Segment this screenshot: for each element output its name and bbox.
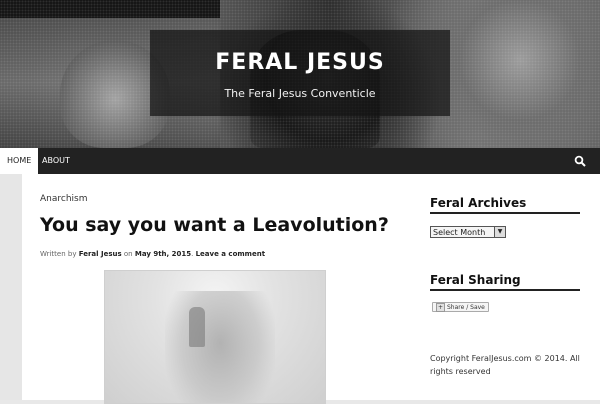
- post-featured-image[interactable]: [104, 270, 326, 404]
- left-margin-strip: [0, 174, 22, 400]
- byline-written-by: Written by: [40, 250, 77, 258]
- byline-separator: .: [191, 250, 194, 258]
- nav-item-home[interactable]: HOME: [0, 148, 39, 174]
- archives-widget-title: Feral Archives: [430, 196, 527, 210]
- share-button-label: Share / Save: [447, 303, 485, 311]
- image-rock-shape: [165, 291, 275, 403]
- post-title[interactable]: You say you want a Leavolution?: [40, 214, 389, 236]
- sharing-widget-title: Feral Sharing: [430, 273, 521, 287]
- post-category[interactable]: Anarchism: [40, 194, 88, 204]
- byline-on: on: [123, 250, 133, 258]
- search-icon[interactable]: [574, 155, 586, 167]
- share-save-button[interactable]: + Share / Save: [432, 302, 489, 312]
- image-climber-figure: [189, 307, 205, 347]
- archives-select[interactable]: Select Month ▼: [430, 226, 506, 238]
- archives-select-value: Select Month: [433, 227, 486, 237]
- site-tagline: The Feral Jesus Conventicle: [224, 87, 376, 100]
- content-area: Anarchism You say you want a Leavolution…: [22, 174, 600, 404]
- chevron-down-icon: ▼: [494, 227, 505, 237]
- site-branding[interactable]: FERAL JESUS The Feral Jesus Conventicle: [150, 30, 450, 116]
- share-plus-icon: +: [436, 302, 445, 312]
- nav-item-about[interactable]: ABOUT: [35, 148, 77, 174]
- post-byline: Written by Feral Jesus on May 9th, 2015.…: [40, 250, 265, 258]
- copyright-text: Copyright FeralJesus.com © 2014. All rig…: [430, 354, 580, 376]
- sharing-title-rule: [430, 289, 580, 291]
- byline-date[interactable]: May 9th, 2015: [135, 250, 191, 258]
- banner-top-bar: [0, 0, 220, 18]
- byline-author[interactable]: Feral Jesus: [79, 250, 122, 258]
- site-title[interactable]: FERAL JESUS: [150, 50, 450, 75]
- leave-comment-link[interactable]: Leave a comment: [196, 250, 265, 258]
- archives-title-rule: [430, 212, 580, 214]
- main-navigation: HOME ABOUT: [0, 148, 600, 174]
- header-banner: FERAL JESUS The Feral Jesus Conventicle: [0, 0, 600, 148]
